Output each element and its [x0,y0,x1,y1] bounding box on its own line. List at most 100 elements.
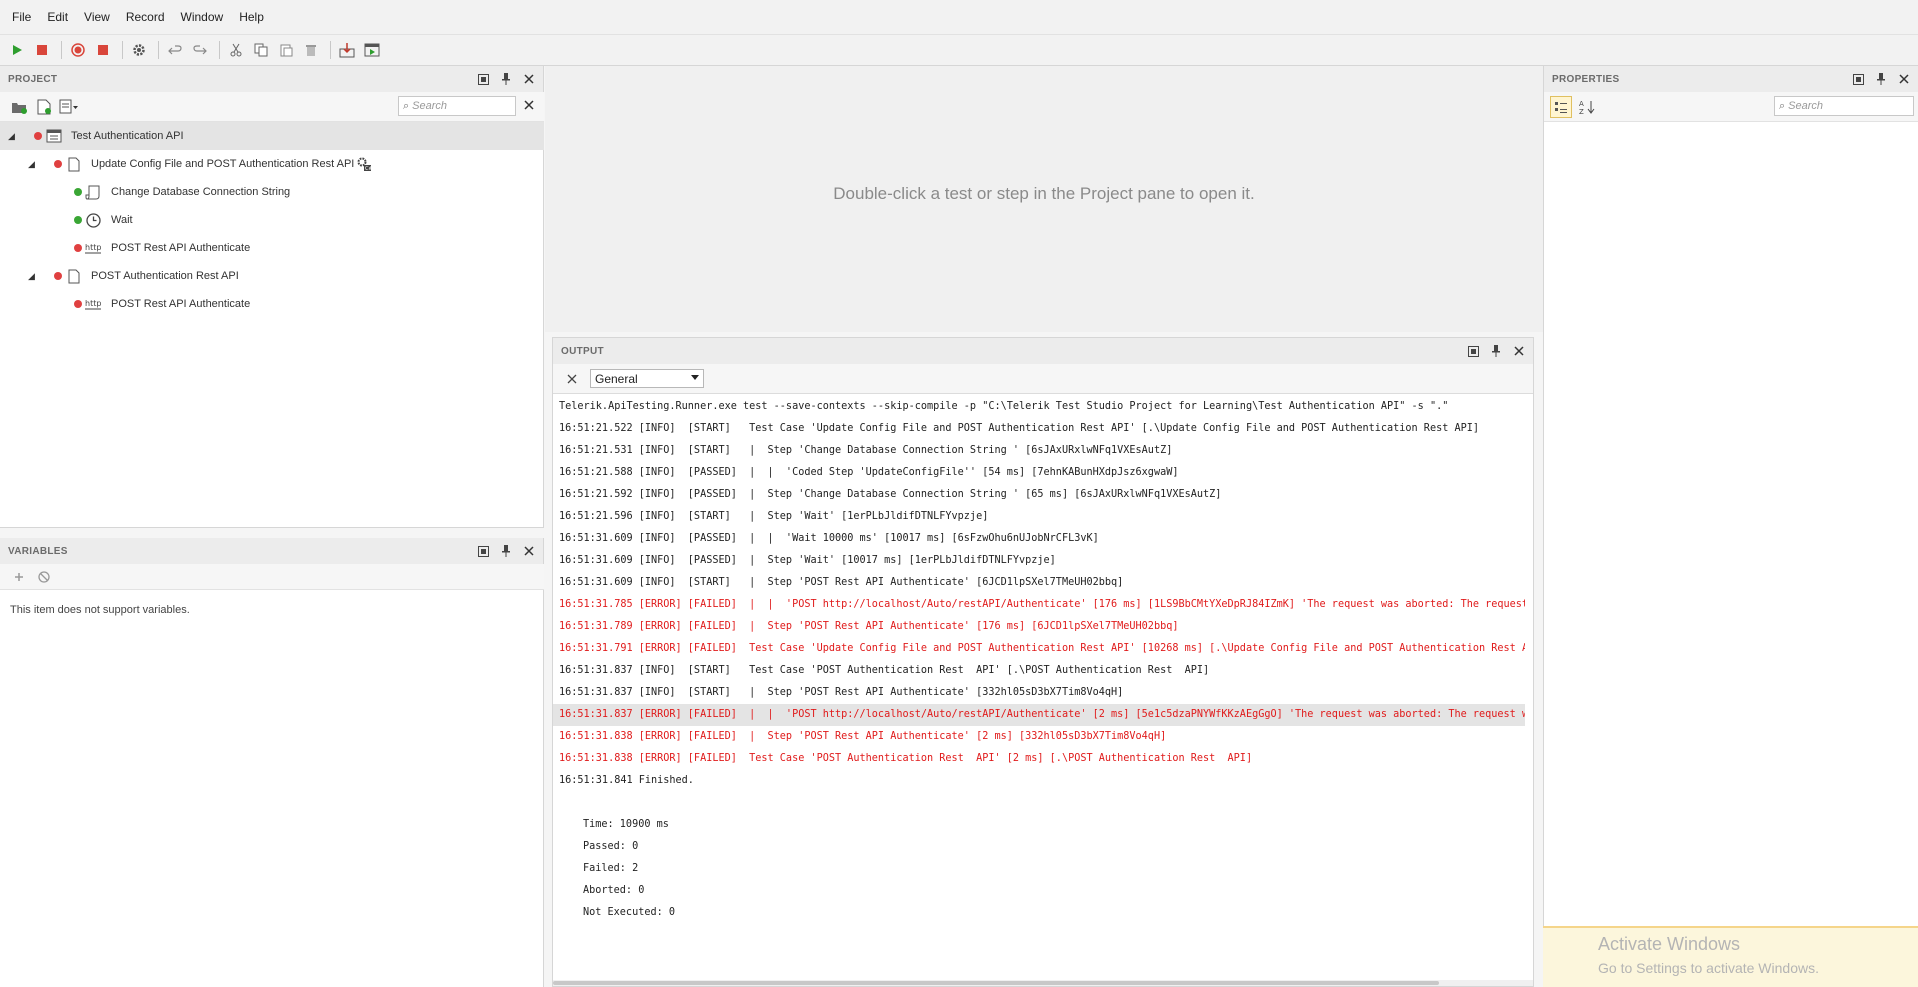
tree-node-step[interactable]: Wait [0,206,544,234]
clear-output-icon[interactable] [561,368,583,390]
tree-node-step[interactable]: Change Database Connection String [0,178,544,206]
project-tree: ◢ Test Authentication API ◢ Update Confi… [0,122,544,318]
float-icon[interactable] [474,70,492,88]
close-icon[interactable] [520,542,538,560]
tree-node-label: POST Authentication Rest API [91,270,239,282]
script-step-icon [85,184,101,200]
tree-node-label: POST Rest API Authenticate [111,298,251,310]
tree-node-label: Change Database Connection String [111,186,291,198]
test-file-icon [66,156,82,172]
output-pane: OUTPUT General Telerik.ApiTesting.Runner… [552,337,1534,987]
summary-aborted: Aborted: 0 [583,885,645,896]
menu-help[interactable]: Help [233,7,270,27]
log-line-error: 16:51:31.791 [ERROR] [FAILED] Test Case … [559,643,1525,654]
undo-icon[interactable] [164,39,186,61]
log-line: 16:51:21.592 [INFO] [PASSED] | Step 'Cha… [559,489,1222,500]
log-line: 16:51:31.609 [INFO] [PASSED] | | 'Wait 1… [559,533,1099,544]
http-request-icon: http [85,240,101,256]
toolbar-separator [330,41,331,59]
output-toolbar: General [553,364,1533,394]
variables-toolbar [0,564,544,590]
output-log[interactable]: Telerik.ApiTesting.Runner.exe test --sav… [553,396,1525,976]
summary-passed: Passed: 0 [583,841,639,852]
run-window-icon[interactable] [361,39,383,61]
svg-text:http: http [85,243,101,252]
failed-status-icon [34,132,42,140]
close-icon[interactable] [520,70,538,88]
float-icon[interactable] [474,542,492,560]
failed-status-icon [54,272,62,280]
redo-icon[interactable] [189,39,211,61]
log-line: 16:51:31.837 [INFO] [START] Test Case 'P… [559,665,1210,676]
horizontal-scrollbar[interactable] [553,980,1533,986]
tree-node-label: Test Authentication API [71,130,184,142]
output-source-select[interactable]: General [590,369,704,388]
collapse-icon[interactable]: ◢ [28,271,35,282]
stop-recording-icon[interactable] [92,39,114,61]
menu-view[interactable]: View [78,7,116,27]
menu-window[interactable]: Window [175,7,230,27]
float-icon[interactable] [1464,342,1482,360]
delete-icon[interactable] [300,39,322,61]
run-icon[interactable] [6,39,28,61]
project-search-input[interactable]: ⌕ Search [398,96,516,116]
add-item-dropdown-icon[interactable] [58,96,80,118]
tree-node-test[interactable]: ◢ Update Config File and POST Authentica… [0,150,544,178]
failed-status-icon [74,300,82,308]
toolbar-separator [158,41,159,59]
collapse-icon[interactable]: ◢ [8,131,15,142]
new-test-icon[interactable] [33,96,55,118]
pin-icon[interactable] [497,542,515,560]
project-icon [46,128,62,144]
log-line: 16:51:21.588 [INFO] [PASSED] | | 'Coded … [559,467,1179,478]
svg-text:Z: Z [1579,108,1584,115]
cut-icon[interactable] [225,39,247,61]
variables-pane-header: VARIABLES [0,538,543,564]
log-line: 16:51:21.522 [INFO] [START] Test Case 'U… [559,423,1480,434]
editor-placeholder-message: Double-click a test or step in the Proje… [833,184,1255,203]
properties-pane-header: PROPERTIES [1544,66,1918,92]
log-line-error: 16:51:31.789 [ERROR] [FAILED] | Step 'PO… [559,621,1179,632]
open-project-icon[interactable] [8,96,30,118]
properties-search-input[interactable]: ⌕ Search [1774,96,1914,116]
menu-record[interactable]: Record [120,7,171,27]
menu-bar: File Edit View Record Window Help [0,0,1918,34]
svg-text:C#: C# [365,166,372,172]
clear-search-icon[interactable] [524,99,534,113]
export-icon[interactable] [336,39,358,61]
tree-node-step[interactable]: http POST Rest API Authenticate [0,234,544,262]
log-line-error: 16:51:31.838 [ERROR] [FAILED] Test Case … [559,753,1253,764]
float-icon[interactable] [1849,70,1867,88]
pin-icon[interactable] [497,70,515,88]
menu-edit[interactable]: Edit [41,7,74,27]
collapse-icon[interactable]: ◢ [28,159,35,170]
block-icon[interactable] [33,566,55,588]
categorized-view-icon[interactable] [1550,95,1572,118]
tree-node-step[interactable]: http POST Rest API Authenticate [0,290,544,318]
log-line: 16:51:31.841 Finished. [559,775,694,786]
pin-icon[interactable] [1487,342,1505,360]
add-variable-icon[interactable] [8,566,30,588]
record-icon[interactable] [67,39,89,61]
scrollbar-thumb[interactable] [553,981,1439,985]
editor-area: Double-click a test or step in the Proje… [545,66,1543,332]
tree-node-label: POST Rest API Authenticate [111,242,251,254]
test-file-icon [66,268,82,284]
menu-file[interactable]: File [6,7,37,27]
log-line-error: 16:51:31.785 [ERROR] [FAILED] | | 'POST … [559,599,1525,610]
paste-icon[interactable] [275,39,297,61]
http-request-icon: http [85,296,101,312]
pin-icon[interactable] [1872,70,1890,88]
tree-node-label: Wait [111,214,133,226]
sort-alphabetical-icon[interactable]: AZ [1576,96,1598,118]
close-icon[interactable] [1510,342,1528,360]
failed-status-icon [54,160,62,168]
tree-node-test[interactable]: ◢ POST Authentication Rest API [0,262,544,290]
tree-node-project-root[interactable]: ◢ Test Authentication API [0,122,544,150]
close-icon[interactable] [1895,70,1913,88]
copy-icon[interactable] [250,39,272,61]
gear-icon[interactable] [128,39,150,61]
stop-icon[interactable] [31,39,53,61]
log-line-blank [553,792,1525,814]
log-line: Telerik.ApiTesting.Runner.exe test --sav… [559,401,1449,412]
